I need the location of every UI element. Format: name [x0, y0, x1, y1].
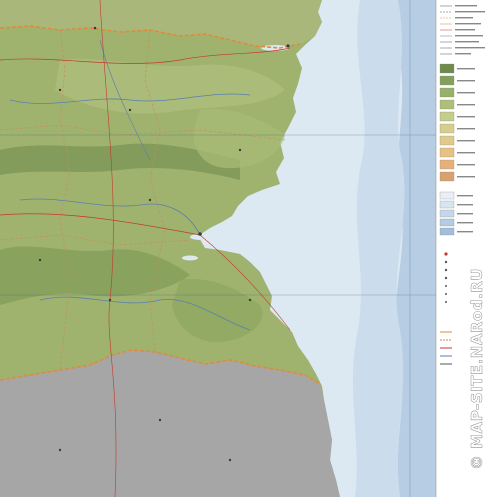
elevation-swatch-label: [457, 104, 475, 106]
watermark-text: © MAP-SITE.NARod.RU: [468, 268, 486, 470]
elevation-swatch-label: [457, 116, 475, 118]
depth-swatch-label: [457, 231, 473, 233]
legend-panel: [435, 0, 495, 497]
elevation-swatch: [439, 87, 455, 98]
elevation-swatch-label: [457, 92, 475, 94]
elevation-swatch-label: [457, 164, 475, 166]
depth-swatch: [439, 209, 455, 218]
elevation-swatch-label: [457, 152, 475, 154]
depth-swatch: [439, 218, 455, 227]
depth-swatch-label: [457, 195, 473, 197]
watermark: © MAP-SITE.NARod.RU: [468, 268, 486, 470]
depth-swatch-label: [457, 213, 473, 215]
elevation-swatch-label: [457, 68, 475, 70]
depth-swatch: [439, 200, 455, 209]
elevation-swatch: [439, 147, 455, 158]
mandra-lake: [182, 255, 198, 261]
elevation-swatch: [439, 111, 455, 122]
depth-swatch-label: [457, 204, 473, 206]
elevation-swatch: [439, 159, 455, 170]
elevation-swatch: [439, 99, 455, 110]
elevation-swatch-label: [457, 80, 475, 82]
elevation-swatch-label: [457, 128, 475, 130]
elevation-swatch: [439, 171, 455, 182]
elevation-swatch-label: [457, 176, 475, 178]
elevation-swatch: [439, 135, 455, 146]
depth-swatch: [439, 191, 455, 200]
depth-swatch: [439, 227, 455, 236]
sea-mid-band: [352, 0, 405, 497]
elevation-swatch: [439, 123, 455, 134]
elevation-swatch: [439, 75, 455, 86]
elevation-swatch: [439, 63, 455, 74]
physical-map: © MAP-SITE.NARod.RU: [0, 0, 495, 497]
elevation-swatch-label: [457, 140, 475, 142]
depth-swatch-label: [457, 222, 473, 224]
